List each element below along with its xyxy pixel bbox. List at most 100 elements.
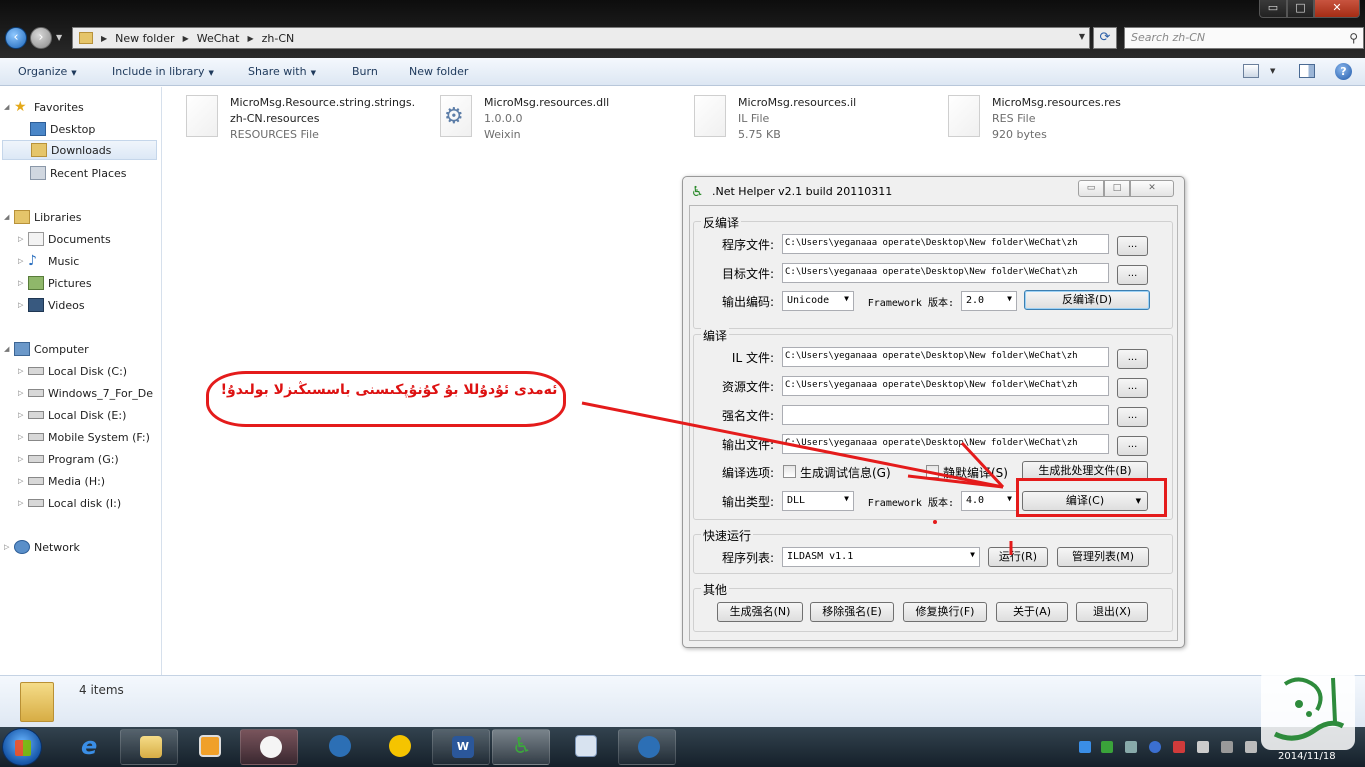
strong-name-file-label: 强名文件: [721,409,774,423]
nav-windows-7-drive[interactable]: ▷ Windows_7_For_De [18,383,158,403]
quiet-compile-checkbox[interactable] [926,465,939,478]
decompile-framework-select[interactable]: 2.0 ▼ [961,291,1017,311]
app2-taskbar-button[interactable] [556,729,614,765]
nav-computer[interactable]: ◢ Computer [4,339,156,359]
output-type-label: 输出类型: [721,495,774,509]
file-item[interactable]: MicroMsg.resources.dll1.0.0.0Weixin [440,95,690,145]
nav-local-disk-e[interactable]: ▷ Local Disk (E:) [18,405,156,425]
maximize-button[interactable]: □ [1287,0,1314,18]
browse-output-file-button[interactable]: ... [1117,436,1148,456]
forward-button[interactable]: › [30,27,52,49]
nav-media-h[interactable]: ▷ Media (H:) [18,471,156,491]
nav-videos[interactable]: ▷ Videos [18,295,156,315]
run-button[interactable]: 运行(R) [988,547,1048,567]
decompile-button[interactable]: 反编译(D) [1024,290,1150,310]
recent-pages-dropdown[interactable]: ▼ [56,33,62,42]
word-icon: W [452,736,474,758]
browse-target-file-button[interactable]: ... [1117,265,1148,285]
output-type-select[interactable]: DLL ▼ [782,491,854,511]
search-icon[interactable]: ⚲ [1349,31,1358,45]
dialog-maximize-button[interactable]: □ [1104,180,1130,197]
minimize-button[interactable]: ▭ [1259,0,1287,18]
address-dropdown-icon[interactable]: ▼ [1079,32,1085,41]
browse-strong-name-button[interactable]: ... [1117,407,1148,427]
paint-taskbar-button[interactable] [240,729,298,765]
strong-name-file-input[interactable] [782,405,1109,425]
dialog-close-button[interactable]: ✕ [1130,180,1174,197]
browse-resource-file-button[interactable]: ... [1117,378,1148,398]
generate-strong-name-button[interactable]: 生成强名(N) [717,602,803,622]
help-icon[interactable]: ? [1335,63,1352,80]
net-helper-icon: ♿ [512,734,532,759]
view-dropdown-icon[interactable]: ▼ [1270,67,1275,75]
output-file-input[interactable]: C:\Users\yeganaaa operate\Desktop\New fo… [782,434,1109,454]
fix-newlines-button[interactable]: 修复换行(F) [903,602,987,622]
manage-list-button[interactable]: 管理列表(M) [1057,547,1149,567]
il-file-input[interactable]: C:\Users\yeganaaa operate\Desktop\New fo… [782,347,1109,367]
encoding-label: 输出编码: [721,295,774,309]
security-tray-icon[interactable] [1101,741,1113,753]
remove-strong-name-button[interactable]: 移除强名(E) [810,602,894,622]
net-helper-taskbar-button[interactable]: ♿ [492,729,550,765]
nav-network[interactable]: ▷ Network [4,537,156,557]
close-button[interactable]: ✕ [1314,0,1360,18]
owl2-taskbar-button[interactable] [618,729,676,765]
media-player-taskbar-button[interactable] [180,729,238,765]
signal-tray-icon[interactable] [1221,741,1233,753]
dialog-minimize-button[interactable]: ▭ [1078,180,1104,197]
nav-favorites[interactable]: ◢ ★ Favorites [4,97,156,117]
resource-file-input[interactable]: C:\Users\yeganaaa operate\Desktop\New fo… [782,376,1109,396]
power-tray-icon[interactable] [1197,741,1209,753]
preview-pane-icon[interactable] [1299,64,1315,78]
display-tray-icon[interactable] [1125,741,1137,753]
nav-libraries[interactable]: ◢ Libraries [4,207,156,227]
nav-local-disk-i[interactable]: ▷ Local disk (I:) [18,493,156,513]
start-button[interactable] [2,728,42,766]
word-taskbar-button[interactable]: W [432,729,490,765]
change-view-icon[interactable] [1243,64,1259,78]
nav-documents[interactable]: ▷ Documents [18,229,156,249]
organize-button[interactable]: Organize ▼ [18,65,77,78]
network-tray-icon[interactable] [1079,741,1091,753]
nav-pictures[interactable]: ▷ Pictures [18,273,156,293]
debug-info-checkbox[interactable] [783,465,796,478]
compile-framework-select[interactable]: 4.0 ▼ [961,491,1017,511]
browse-il-file-button[interactable]: ... [1117,349,1148,369]
documents-icon [28,232,44,246]
program-list-select[interactable]: ILDASM v1.1 ▼ [782,547,980,567]
explorer-taskbar-button[interactable] [120,729,178,765]
nav-local-disk-c[interactable]: ▷ Local Disk (C:) [18,361,156,381]
app-taskbar-button[interactable] [370,729,428,765]
target-file-input[interactable]: C:\Users\yeganaaa operate\Desktop\New fo… [782,263,1109,283]
breadcrumb-wechat[interactable]: ▶ WeChat [183,32,240,45]
nav-desktop[interactable]: Desktop [30,119,156,139]
burn-button[interactable]: Burn [352,65,378,78]
include-in-library-button[interactable]: Include in library ▼ [112,65,214,78]
search-input[interactable]: Search zh-CN ⚲ [1124,27,1364,49]
nav-program-g[interactable]: ▷ Program (G:) [18,449,156,469]
owl-taskbar-button[interactable] [310,729,368,765]
breadcrumb-zh-cn[interactable]: ▶ zh-CN [247,32,294,45]
encoding-select[interactable]: Unicode ▼ [782,291,854,311]
flag-tray-icon[interactable] [1173,741,1185,753]
breadcrumb-new-folder[interactable]: ▶ New folder [101,32,175,45]
share-with-button[interactable]: Share with ▼ [248,65,316,78]
about-button[interactable]: 关于(A) [996,602,1068,622]
compile-group-label: 编译 [701,327,730,344]
nav-downloads[interactable]: Downloads [2,140,157,160]
file-item[interactable]: MicroMsg.resources.res RES File 920 bytes [948,95,1198,145]
address-bar[interactable]: ▶ New folder ▶ WeChat ▶ zh-CN ▼ [72,27,1090,49]
file-item[interactable]: MicroMsg.Resource.string.strings. zh-CN.r… [186,95,436,145]
nav-recent-places[interactable]: Recent Places [30,163,156,183]
program-file-input[interactable]: C:\Users\yeganaaa operate\Desktop\New fo… [782,234,1109,254]
new-folder-button[interactable]: New folder [409,65,468,78]
nav-music[interactable]: ▷ ♪ Music [18,251,156,271]
back-button[interactable]: ‹ [5,27,27,49]
file-item[interactable]: MicroMsg.resources.il IL File 5.75 KB [694,95,944,145]
nav-mobile-system-f[interactable]: ▷ Mobile System (F:) [18,427,158,447]
refresh-button[interactable]: ⟳ [1093,27,1117,49]
exit-button[interactable]: 退出(X) [1076,602,1148,622]
browse-program-file-button[interactable]: ... [1117,236,1148,256]
bluetooth-icon[interactable] [1149,741,1161,753]
ie-taskbar-button[interactable]: e [62,729,120,765]
